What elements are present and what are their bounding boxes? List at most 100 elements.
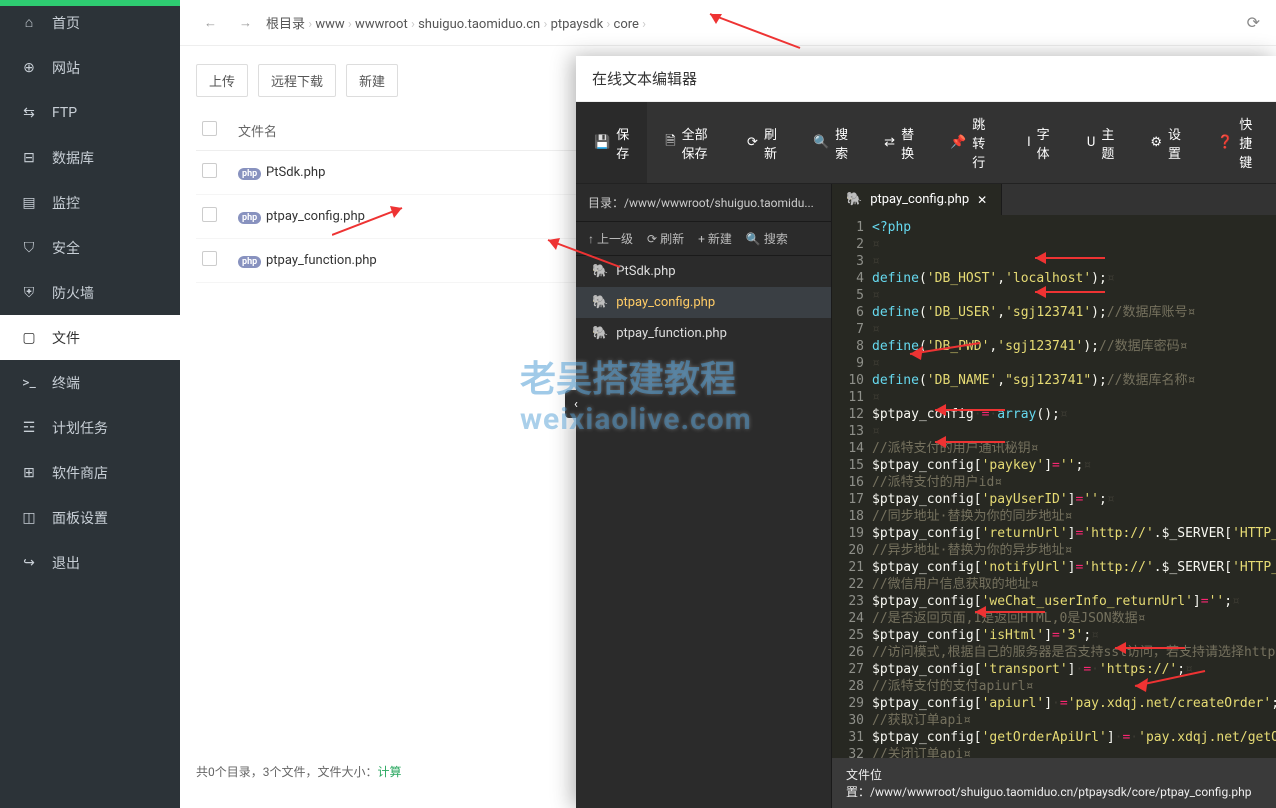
chevron-right-icon: › <box>639 17 646 32</box>
toolbar-icon: U <box>1087 135 1095 150</box>
tree-file-item[interactable]: 🐘ptpay_config.php <box>576 287 831 318</box>
sidebar-item-label: 监控 <box>52 193 80 213</box>
toolbar-icon: ❓ <box>1217 135 1233 150</box>
sidebar-icon: ⊟ <box>20 150 38 166</box>
file-path-footer: 文件位置：/www/wwwroot/shuiguo.taomiduo.cn/pt… <box>832 758 1276 808</box>
close-tab-icon[interactable]: ✕ <box>977 193 987 207</box>
sidebar-item-label: 文件 <box>52 328 80 348</box>
remote-download-button[interactable]: 远程下载 <box>258 64 336 97</box>
sidebar-item-6[interactable]: ⛨ 防火墙 <box>0 270 180 315</box>
sidebar-icon: ◫ <box>20 510 38 526</box>
editor-btn-刷新[interactable]: ⟳ 刷新 <box>729 102 795 183</box>
sidebar-item-0[interactable]: ⌂首页 <box>0 0 180 45</box>
file-name: ptpay_config.php <box>266 209 365 224</box>
sidebar-item-7[interactable]: ▢文件 <box>0 315 180 360</box>
chevron-right-icon: › <box>305 17 315 32</box>
editor-title: 在线文本编辑器 <box>576 56 1276 102</box>
column-filename: 文件名 <box>238 121 277 140</box>
toolbar-label: 保存 <box>616 124 629 162</box>
editor-btn-搜索[interactable]: 🔍 搜索 <box>795 102 866 183</box>
php-icon: 🐘 <box>846 192 862 207</box>
sidebar-icon: ☲ <box>20 420 38 436</box>
editor-btn-设置[interactable]: ⚙设置 <box>1132 102 1199 183</box>
php-icon: php <box>238 212 261 224</box>
breadcrumb-item[interactable]: 根目录 <box>266 17 305 32</box>
breadcrumb-item[interactable]: www <box>315 17 344 32</box>
sidebar-item-3[interactable]: ⊟数据库 <box>0 135 180 180</box>
toolbar-label: 搜索 <box>835 124 848 162</box>
refresh-icon[interactable]: ⟳ <box>1247 13 1260 32</box>
tree-file-item[interactable]: 🐘PtSdk.php <box>576 256 831 287</box>
file-name: ptpay_function.php <box>266 253 377 268</box>
sidebar-item-1[interactable]: ⊕网站 <box>0 45 180 90</box>
toolbar-label: 跳转行 <box>972 114 991 171</box>
toolbar-icon: ⇄ <box>884 135 895 150</box>
tree-file-item[interactable]: 🐘 ptpay_function.php <box>576 318 831 349</box>
toolbar-icon: 📌 <box>950 135 966 150</box>
brand-stripe <box>0 0 180 6</box>
chevron-right-icon: › <box>345 17 355 32</box>
sidebar-item-9[interactable]: ☲计划任务 <box>0 405 180 450</box>
code-editor[interactable]: 1234567891011121314151617181920212223242… <box>832 215 1276 758</box>
folder-summary: 共0个目录，3个文件，文件大小：计算 <box>196 763 402 780</box>
row-checkbox[interactable] <box>202 163 217 178</box>
sidebar-item-4[interactable]: ▤监控 <box>0 180 180 225</box>
sidebar-item-label: 终端 <box>52 373 80 393</box>
breadcrumb-item[interactable]: wwwroot <box>355 17 408 32</box>
toolbar-icon: 🔍 <box>813 135 829 150</box>
sidebar: ⌂首页⊕网站⇆FTP⊟数据库▤监控⛉安全 ⛨ 防火墙 ▢文件 >_ 终端 ☲计划任务⊞软件商… <box>0 0 180 808</box>
directory-label: 目录：/www/wwwroot/shuiguo.taomidu... <box>576 184 831 222</box>
row-checkbox[interactable] <box>202 251 217 266</box>
toolbar-label: 主题 <box>1101 124 1114 162</box>
editor-toolbar: 💾保存🗎全部保存 ⟳ 刷新 🔍 搜索 ⇄替换 📌 跳转行 I字体 U 主题 ⚙设置❓快捷键 <box>576 102 1276 184</box>
forward-icon[interactable]: → <box>231 15 260 31</box>
sidebar-icon: ⛉ <box>20 240 38 256</box>
toolbar-label: 刷新 <box>764 124 777 162</box>
toolbar-icon: ⟳ <box>747 135 758 150</box>
upload-button[interactable]: 上传 <box>196 64 248 97</box>
toolbar-icon: ⚙ <box>1150 135 1162 150</box>
editor-btn-保存[interactable]: 💾保存 <box>576 102 647 183</box>
sidebar-icon: ⌂ <box>20 14 38 31</box>
editor-btn-主题[interactable]: U 主题 <box>1069 102 1132 183</box>
sidebar-icon: ⛨ <box>20 285 38 301</box>
sidebar-item-10[interactable]: ⊞软件商店 <box>0 450 180 495</box>
sidebar-icon: ⊞ <box>20 465 38 481</box>
sidebar-icon: ↪ <box>20 555 38 571</box>
editor-panel: 在线文本编辑器 💾保存🗎全部保存 ⟳ 刷新 🔍 搜索 ⇄替换 📌 跳转行 I字体 U 主题 ⚙设置❓快… <box>576 56 1276 808</box>
new-button[interactable]: 新建 <box>346 64 398 97</box>
tree-search-button[interactable]: 🔍 搜索 <box>742 228 792 249</box>
sidebar-item-11[interactable]: ◫面板设置 <box>0 495 180 540</box>
file-name: PtSdk.php <box>266 165 325 180</box>
toolbar-icon: I <box>1027 135 1031 150</box>
tree-up-button[interactable]: ↑ 上一级 <box>584 228 637 249</box>
row-checkbox[interactable] <box>202 207 217 222</box>
php-icon: 🐘 <box>592 326 608 341</box>
sidebar-item-2[interactable]: ⇆FTP <box>0 90 180 135</box>
sidebar-item-5[interactable]: ⛉安全 <box>0 225 180 270</box>
sidebar-item-8[interactable]: >_ 终端 <box>0 360 180 405</box>
sidebar-item-label: 退出 <box>52 553 80 573</box>
tree-refresh-button[interactable]: ⟳ 刷新 <box>643 228 688 249</box>
collapse-panel-icon[interactable]: ‹ <box>565 390 587 418</box>
breadcrumb-item[interactable]: core <box>614 17 639 32</box>
editor-btn-字体[interactable]: I字体 <box>1009 102 1069 183</box>
editor-btn-跳转行[interactable]: 📌 跳转行 <box>932 102 1009 183</box>
editor-tabs: 🐘 ptpay_config.php ✕ <box>832 184 1276 215</box>
breadcrumb-item[interactable]: shuiguo.taomiduo.cn <box>418 17 540 32</box>
tab-ptpay-config[interactable]: 🐘 ptpay_config.php ✕ <box>832 184 1002 215</box>
editor-btn-全部保存[interactable]: 🗎全部保存 <box>647 102 729 183</box>
sidebar-icon: >_ <box>20 375 38 391</box>
breadcrumb-item[interactable]: ptpaysdk <box>551 17 604 32</box>
tree-file-name: ptpay_function.php <box>616 326 727 341</box>
back-icon[interactable]: ← <box>196 15 225 31</box>
tree-new-button[interactable]: + 新建 <box>694 228 736 249</box>
sidebar-item-label: 网站 <box>52 58 80 78</box>
sidebar-item-label: 防火墙 <box>52 283 94 303</box>
calculate-size-link[interactable]: 计算 <box>378 765 402 779</box>
editor-btn-替换[interactable]: ⇄替换 <box>866 102 932 183</box>
select-all-checkbox[interactable] <box>202 121 217 136</box>
php-icon: php <box>238 168 261 180</box>
editor-btn-快捷键[interactable]: ❓快捷键 <box>1199 102 1276 183</box>
sidebar-item-12[interactable]: ↪ 退出 <box>0 540 180 585</box>
